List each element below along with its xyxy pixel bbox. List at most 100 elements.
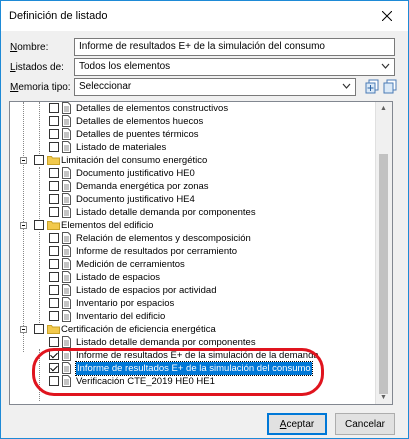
tree-item-row[interactable]: Inventario por espacios [10, 297, 392, 310]
nombre-label: Nombre: [10, 42, 49, 53]
tree-item-label: Listado detalle demanda por componentes [76, 337, 256, 348]
tree-item-label: Inventario por espacios [76, 298, 175, 309]
collapse-icon[interactable] [20, 157, 27, 164]
item-checkbox[interactable] [49, 246, 59, 256]
tree-item-row[interactable]: Detalles de elementos huecos [10, 115, 392, 128]
item-checkbox[interactable] [49, 298, 59, 308]
item-checkbox[interactable] [49, 103, 59, 113]
document-icon [62, 167, 71, 179]
document-icon [62, 349, 71, 361]
tree-item-label: Listado de espacios [76, 272, 160, 283]
tree-item-label: Listado de espacios por actividad [76, 285, 217, 296]
tree-item-row[interactable]: Listado detalle demanda por componentes [10, 206, 392, 219]
tree-item-row[interactable]: Listado de espacios por actividad [10, 284, 392, 297]
tree-item-label: Detalles de elementos huecos [76, 116, 204, 127]
document-icon [62, 232, 71, 244]
item-checkbox[interactable] [49, 376, 59, 386]
document-icon [62, 206, 71, 218]
tree-item-row[interactable]: Listado de materiales [10, 141, 392, 154]
chevron-down-icon [342, 80, 351, 95]
document-icon [62, 141, 71, 153]
tree-item-row[interactable]: Documento justificativo HE0 [10, 167, 392, 180]
item-checkbox[interactable] [34, 220, 44, 230]
tree-item-label: Detalles de elementos constructivos [76, 103, 229, 114]
item-checkbox[interactable] [34, 155, 44, 165]
folder-icon [47, 221, 60, 230]
tree-item-row[interactable]: Relación de elementos y descomposición [10, 232, 392, 245]
item-checkbox[interactable] [49, 116, 59, 126]
tree-item-label: Verificación CTE_2019 HE0 HE1 [76, 376, 215, 387]
cancel-button[interactable]: Cancelar [335, 413, 395, 435]
tree-item-label: Listado detalle demanda por componentes [76, 207, 256, 218]
tree-item-label: Medición de cerramientos [76, 259, 185, 270]
tree-item-row[interactable]: Detalles de elementos constructivos [10, 102, 392, 115]
close-button[interactable] [372, 5, 402, 27]
tree-item-label: Documento justificativo HE4 [76, 194, 195, 205]
tree-group-row[interactable]: Certificación de eficiencia energética [10, 323, 392, 336]
tree-item-label: Certificación de eficiencia energética [61, 324, 216, 335]
tree-item-row[interactable]: Informe de resultados por cerramiento [10, 245, 392, 258]
add-copy-icon[interactable] [365, 79, 381, 95]
document-icon [62, 258, 71, 270]
item-checkbox[interactable] [49, 168, 59, 178]
document-icon [62, 271, 71, 283]
tree-item-label: Elementos del edificio [61, 220, 154, 231]
tree-item-row[interactable]: Verificación CTE_2019 HE0 HE1 [10, 375, 392, 388]
collapse-icon[interactable] [20, 222, 27, 229]
tree-item-label: Informe de resultados E+ de la simulació… [75, 361, 313, 376]
tree-group-row[interactable]: Limitación del consumo energético [10, 154, 392, 167]
document-icon [62, 284, 71, 296]
item-checkbox[interactable] [34, 324, 44, 334]
document-icon [62, 128, 71, 140]
tree-item-row[interactable]: Listado de espacios [10, 271, 392, 284]
copy-icon[interactable] [383, 79, 399, 95]
tree-item-row[interactable]: Inventario del edificio [10, 310, 392, 323]
item-checkbox[interactable] [49, 337, 59, 347]
nombre-input[interactable]: Informe de resultados E+ de la simulació… [74, 38, 395, 56]
item-checkbox[interactable] [49, 233, 59, 243]
item-checkbox[interactable] [49, 363, 59, 373]
tree-group-row[interactable]: Elementos del edificio [10, 219, 392, 232]
document-icon [62, 310, 71, 322]
tree-item-row[interactable]: Demanda energética por zonas [10, 180, 392, 193]
item-checkbox[interactable] [49, 129, 59, 139]
memoria-select-value: Seleccionar [79, 81, 132, 92]
item-checkbox[interactable] [49, 285, 59, 295]
item-checkbox[interactable] [49, 142, 59, 152]
tree-item-label: Demanda energética por zonas [76, 181, 209, 192]
item-checkbox[interactable] [49, 350, 59, 360]
listados-label: Listados de: [10, 62, 64, 73]
tree-scrollbar[interactable]: ▲ ▼ [375, 102, 392, 404]
memoria-select[interactable]: Seleccionar [74, 78, 356, 96]
scroll-down-icon[interactable]: ▼ [380, 394, 387, 401]
tree-item-label: Limitación del consumo energético [61, 155, 208, 166]
tree-item-row[interactable]: Detalles de puentes térmicos [10, 128, 392, 141]
listados-select[interactable]: Todos los elementos [74, 58, 395, 76]
tree-item-row[interactable]: Informe de resultados E+ de la simulació… [10, 361, 392, 376]
tree-item-row[interactable]: Documento justificativo HE4 [10, 193, 392, 206]
scroll-up-icon[interactable]: ▲ [380, 105, 387, 112]
tree-item-label: Inventario del edificio [76, 311, 166, 322]
tree-item-row[interactable]: Informe de resultados E+ de la simulació… [10, 349, 392, 362]
dialog-window: Definición de listado Nombre: Informe de… [0, 0, 409, 439]
document-icon [62, 297, 71, 309]
document-icon [62, 180, 71, 192]
report-tree[interactable]: Detalles de elementos constructivos Detal… [9, 101, 393, 405]
item-checkbox[interactable] [49, 311, 59, 321]
memoria-label: Memoria tipo: [10, 82, 71, 93]
tree-item-row[interactable]: Listado detalle demanda por componentes [10, 336, 392, 349]
item-checkbox[interactable] [49, 272, 59, 282]
item-checkbox[interactable] [49, 181, 59, 191]
tree-item-label: Informe de resultados E+ de la simulació… [76, 350, 319, 361]
collapse-icon[interactable] [20, 326, 27, 333]
tree-item-label: Relación de elementos y descomposición [76, 233, 251, 244]
document-icon [62, 362, 71, 374]
tree-item-label: Documento justificativo HE0 [76, 168, 195, 179]
accept-button[interactable]: Aceptar [267, 413, 327, 435]
close-icon [382, 11, 392, 21]
scroll-thumb[interactable] [379, 154, 388, 394]
item-checkbox[interactable] [49, 194, 59, 204]
item-checkbox[interactable] [49, 207, 59, 217]
item-checkbox[interactable] [49, 259, 59, 269]
tree-item-row[interactable]: Medición de cerramientos [10, 258, 392, 271]
